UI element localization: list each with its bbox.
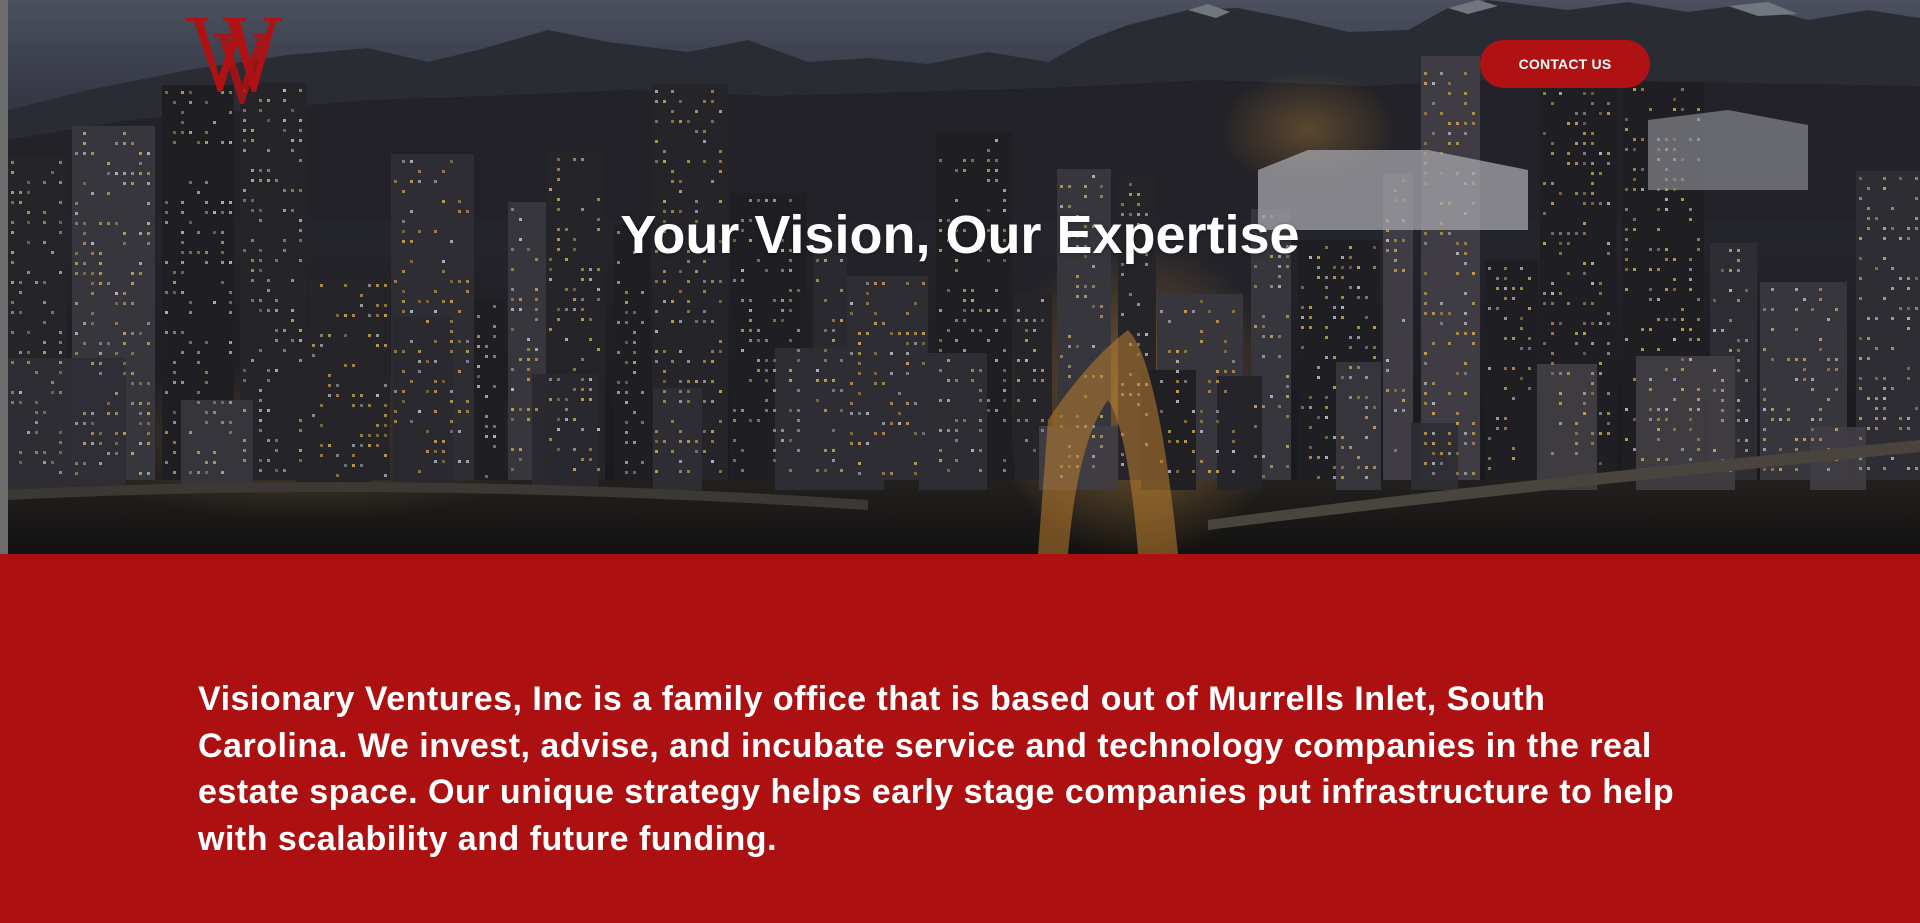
vw-monogram-logo[interactable] bbox=[186, 14, 292, 104]
about-section: Visionary Ventures, Inc is a family offi… bbox=[0, 554, 1920, 923]
contact-us-button[interactable]: CONTACT US bbox=[1480, 40, 1650, 88]
page: CONTACT US Your Vision, Our Expertise Vi… bbox=[0, 0, 1920, 923]
hero-section: CONTACT US Your Vision, Our Expertise bbox=[0, 0, 1920, 554]
hero-title: Your Vision, Our Expertise bbox=[620, 205, 1300, 265]
company-description: Visionary Ventures, Inc is a family offi… bbox=[198, 680, 1675, 858]
